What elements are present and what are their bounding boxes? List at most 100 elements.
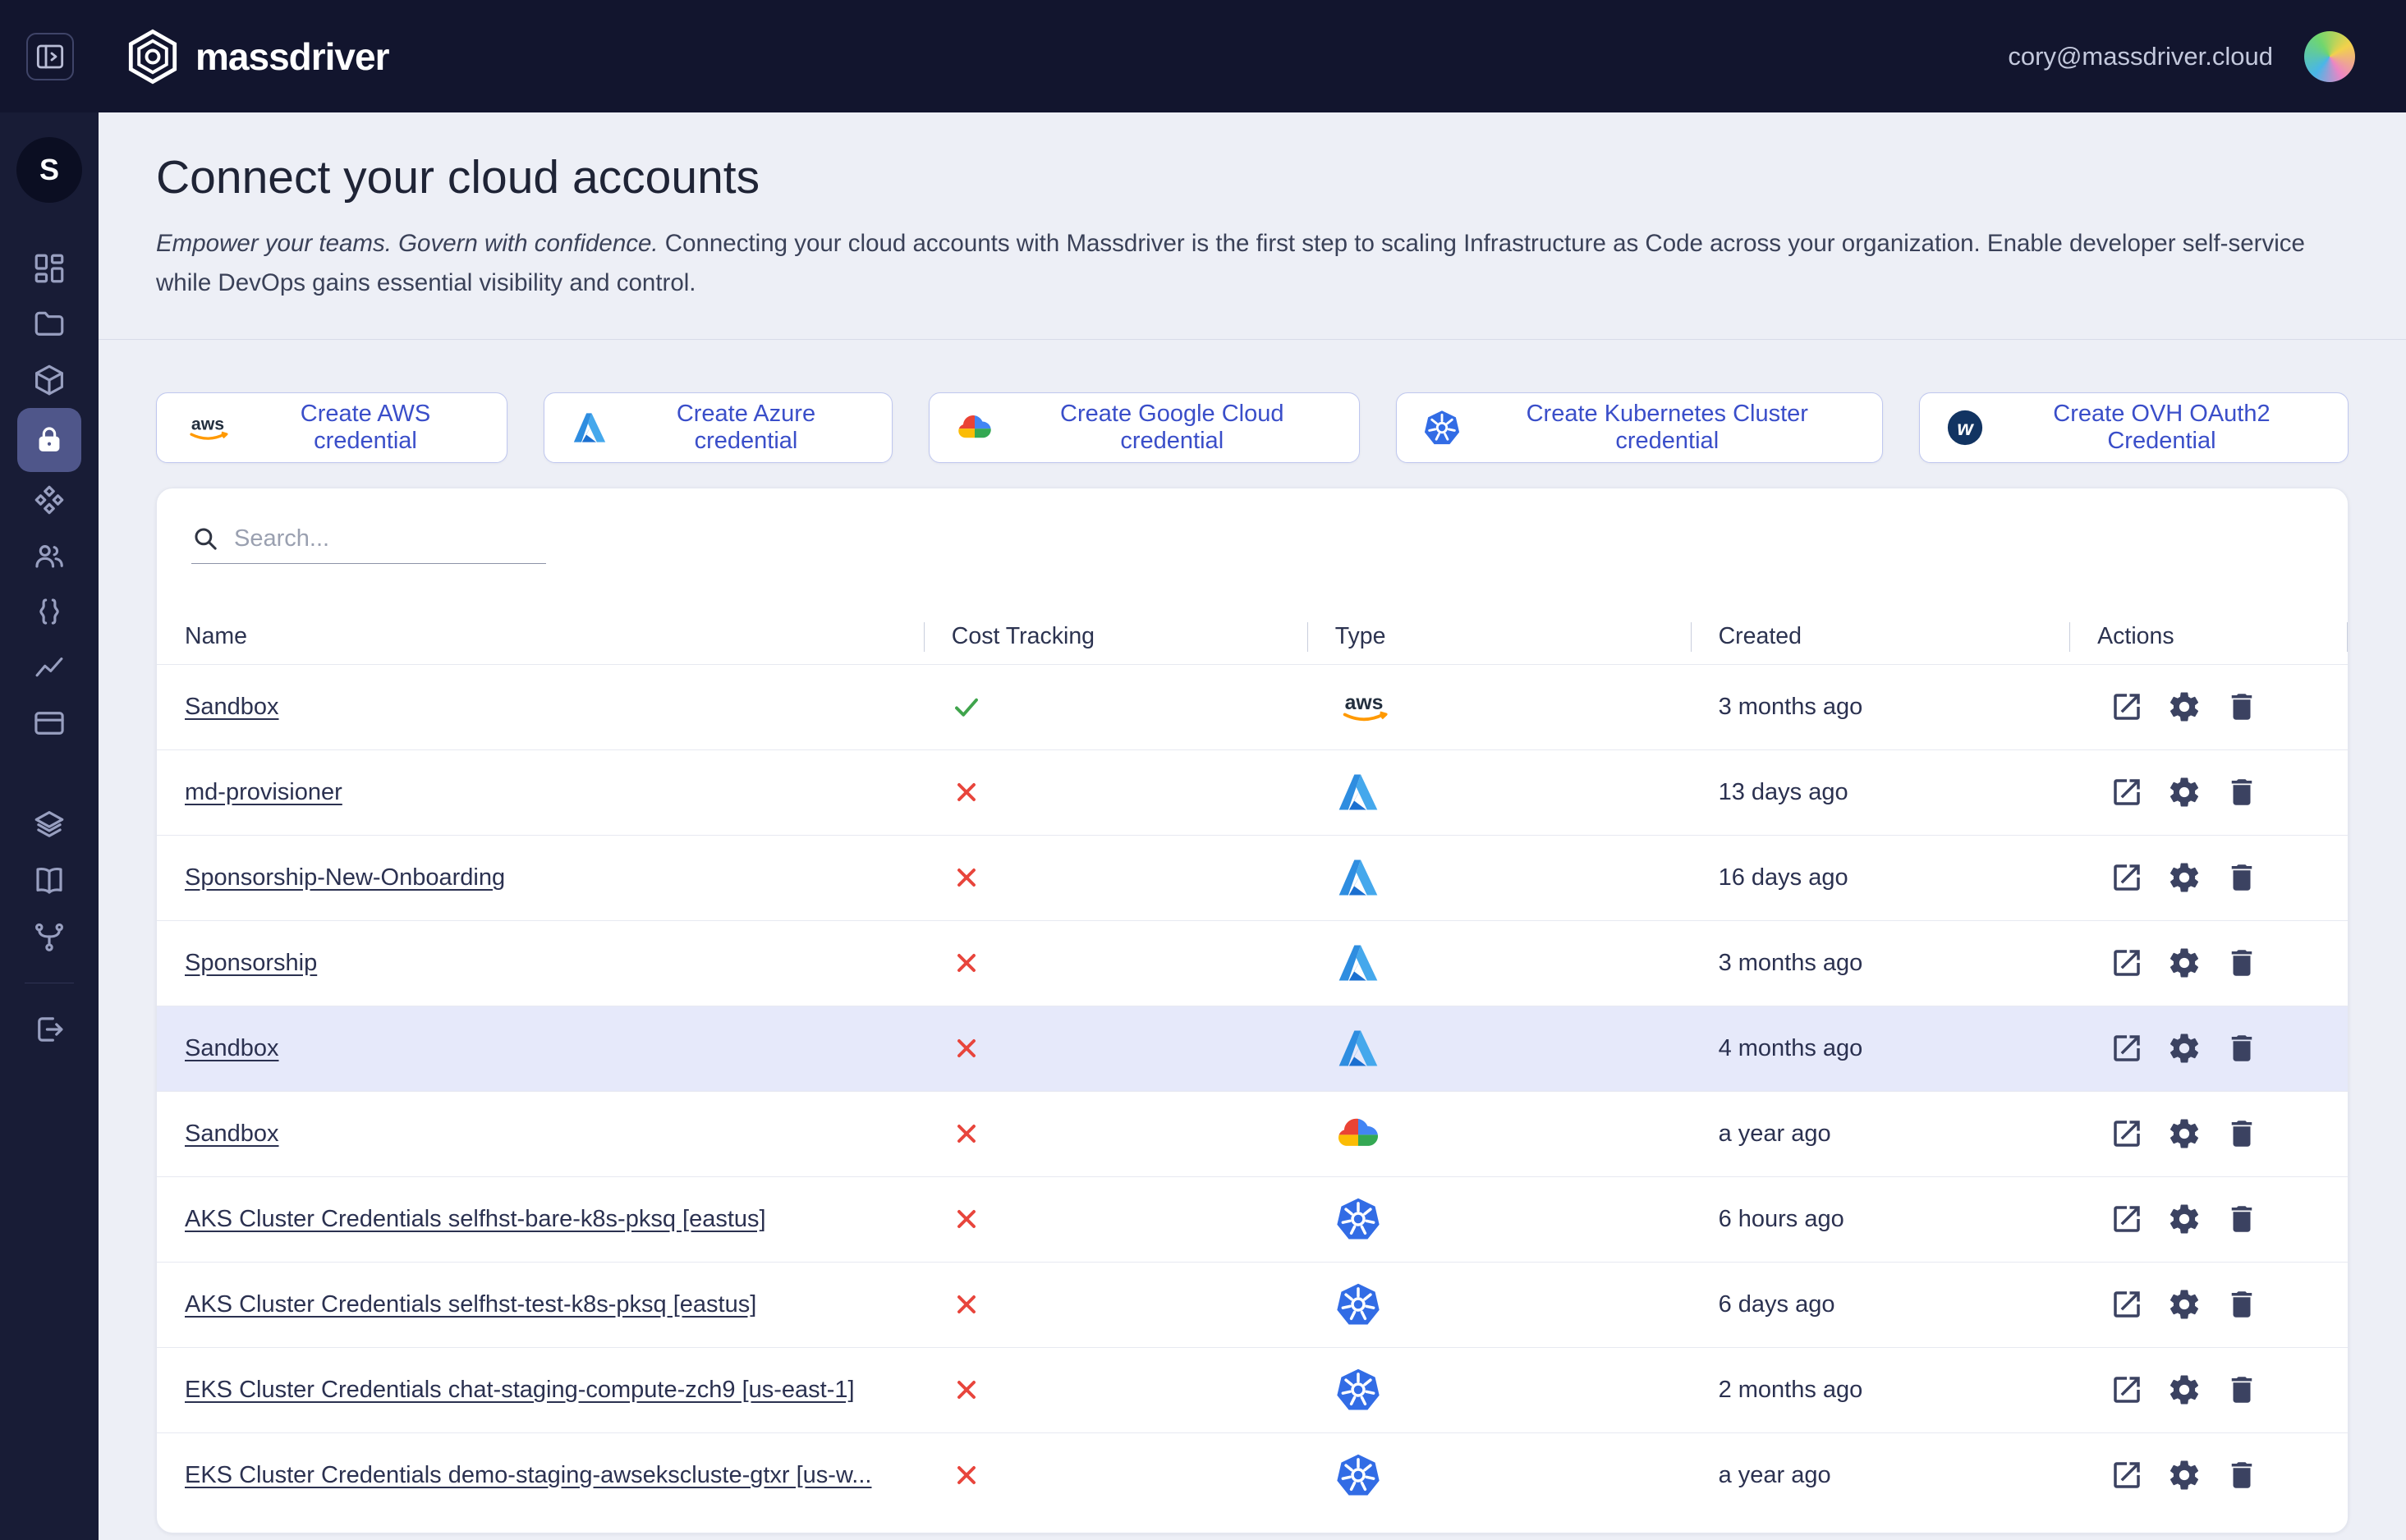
table-row: AKS Cluster Credentials selfhst-bare-k8s…: [157, 1176, 2348, 1262]
delete-credential-button[interactable]: [2224, 689, 2260, 725]
sidebar-toggle-button[interactable]: [26, 33, 74, 80]
sidebar-item-code[interactable]: [0, 584, 99, 639]
x-icon: [952, 1034, 981, 1063]
topbar: massdriver cory@massdriver.cloud: [0, 0, 2406, 112]
created-cell: 16 days ago: [1691, 864, 2070, 891]
configure-credential-button[interactable]: [2166, 1372, 2202, 1408]
sidebar-item-logout[interactable]: [0, 1001, 99, 1057]
cost-tracking-cell: [924, 863, 1307, 892]
delete-credential-button[interactable]: [2224, 859, 2260, 896]
sidebar: S: [0, 112, 99, 1540]
sidebar-item-credentials[interactable]: [17, 408, 81, 472]
sidebar-item-dashboard[interactable]: [0, 241, 99, 296]
delete-credential-button[interactable]: [2224, 1030, 2260, 1066]
credential-name-link[interactable]: EKS Cluster Credentials demo-staging-aws…: [185, 1462, 871, 1489]
credential-name-link[interactable]: Sponsorship-New-Onboarding: [185, 864, 505, 891]
credential-name-link[interactable]: Sponsorship: [185, 950, 317, 977]
azure-type-icon: [1335, 1025, 1381, 1071]
credential-name-link[interactable]: md-provisioner: [185, 779, 342, 806]
create-google-cloud-credential-label: Create Google Cloud credential: [1012, 401, 1333, 455]
cost-tracking-cell: [924, 1119, 1307, 1148]
sidebar-item-projects[interactable]: [0, 296, 99, 352]
configure-credential-button[interactable]: [2166, 1201, 2202, 1237]
configure-credential-button[interactable]: [2166, 774, 2202, 810]
created-cell: 3 months ago: [1691, 694, 2070, 721]
open-credential-button[interactable]: [2109, 1286, 2145, 1322]
create-kubernetes-credential-label: Create Kubernetes Cluster credential: [1479, 401, 1856, 455]
workspace-avatar[interactable]: S: [16, 137, 82, 203]
sidebar-item-docs[interactable]: [0, 853, 99, 909]
kubernetes-type-icon: [1335, 1367, 1381, 1413]
open-credential-button[interactable]: [2109, 859, 2145, 896]
sidebar-item-metrics[interactable]: [0, 639, 99, 695]
create-aws-credential-button[interactable]: aws Create AWS credential: [156, 392, 507, 463]
open-credential-button[interactable]: [2109, 689, 2145, 725]
actions-cell: [2069, 945, 2348, 981]
sidebar-item-modules[interactable]: [0, 472, 99, 528]
open-credential-button[interactable]: [2109, 1116, 2145, 1152]
sidebar-item-branches[interactable]: [0, 909, 99, 965]
open-in-new-icon: [2110, 1373, 2144, 1407]
configure-credential-button[interactable]: [2166, 859, 2202, 896]
cost-tracking-cell: [924, 1290, 1307, 1319]
open-credential-button[interactable]: [2109, 1457, 2145, 1493]
svg-text:aws: aws: [191, 414, 224, 433]
delete-credential-button[interactable]: [2224, 945, 2260, 981]
search-input[interactable]: [232, 525, 546, 553]
x-icon: [952, 1204, 981, 1234]
open-credential-button[interactable]: [2109, 1030, 2145, 1066]
create-kubernetes-credential-button[interactable]: Create Kubernetes Cluster credential: [1396, 392, 1883, 463]
credentials-table-body: Sandbox aws 3 months ago: [157, 664, 2348, 1518]
sidebar-item-billing[interactable]: [0, 695, 99, 751]
create-ovh-credential-button[interactable]: w Create OVH OAuth2 Credential: [1919, 392, 2349, 463]
delete-credential-button[interactable]: [2224, 1201, 2260, 1237]
created-cell: 2 months ago: [1691, 1377, 2070, 1404]
configure-credential-button[interactable]: [2166, 1030, 2202, 1066]
x-icon: [952, 1460, 981, 1490]
open-credential-button[interactable]: [2109, 1372, 2145, 1408]
name-cell: EKS Cluster Credentials demo-staging-aws…: [157, 1462, 924, 1489]
create-azure-credential-button[interactable]: Create Azure credential: [544, 392, 893, 463]
open-credential-button[interactable]: [2109, 945, 2145, 981]
credential-name-link[interactable]: Sandbox: [185, 1035, 279, 1062]
credential-name-link[interactable]: Sandbox: [185, 1121, 279, 1148]
sidebar-item-packages[interactable]: [0, 352, 99, 408]
brand-name: massdriver: [195, 34, 389, 79]
open-credential-button[interactable]: [2109, 1201, 2145, 1237]
table-row: Sandbox a year ago: [157, 1091, 2348, 1176]
type-cell: [1307, 769, 1691, 815]
configure-credential-button[interactable]: [2166, 689, 2202, 725]
configure-credential-button[interactable]: [2166, 945, 2202, 981]
create-google-cloud-credential-button[interactable]: Create Google Cloud credential: [929, 392, 1360, 463]
settings-gear-icon: [2167, 946, 2202, 980]
type-cell: [1307, 1281, 1691, 1327]
actions-cell: [2069, 859, 2348, 896]
credential-name-link[interactable]: EKS Cluster Credentials chat-staging-com…: [185, 1377, 855, 1404]
x-icon: [952, 1290, 981, 1319]
credential-name-link[interactable]: AKS Cluster Credentials selfhst-bare-k8s…: [185, 1206, 766, 1233]
type-cell: [1307, 940, 1691, 986]
delete-credential-button[interactable]: [2224, 1116, 2260, 1152]
open-credential-button[interactable]: [2109, 774, 2145, 810]
configure-credential-button[interactable]: [2166, 1116, 2202, 1152]
delete-credential-button[interactable]: [2224, 774, 2260, 810]
trash-icon: [2225, 1373, 2259, 1407]
folder-icon: [32, 307, 67, 341]
trash-icon: [2225, 946, 2259, 980]
x-icon: [952, 1119, 981, 1148]
name-cell: Sandbox: [157, 1035, 924, 1062]
brand: massdriver: [123, 27, 389, 86]
user-avatar[interactable]: [2304, 31, 2355, 82]
configure-credential-button[interactable]: [2166, 1286, 2202, 1322]
credential-name-link[interactable]: AKS Cluster Credentials selfhst-test-k8s…: [185, 1291, 756, 1318]
delete-credential-button[interactable]: [2224, 1457, 2260, 1493]
sidebar-item-teams[interactable]: [0, 528, 99, 584]
sidebar-item-layers[interactable]: [0, 797, 99, 853]
configure-credential-button[interactable]: [2166, 1457, 2202, 1493]
delete-credential-button[interactable]: [2224, 1372, 2260, 1408]
delete-credential-button[interactable]: [2224, 1286, 2260, 1322]
created-cell: 3 months ago: [1691, 950, 2070, 977]
credential-name-link[interactable]: Sandbox: [185, 694, 279, 721]
user-email: cory@massdriver.cloud: [2008, 42, 2273, 71]
actions-cell: [2069, 689, 2348, 725]
